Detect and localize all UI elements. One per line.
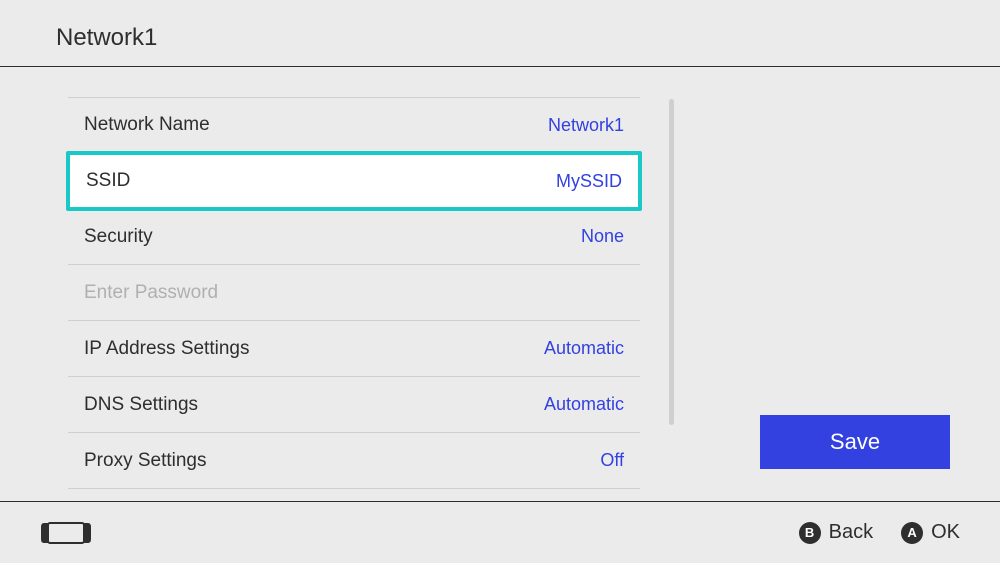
- setting-label: DNS Settings: [84, 394, 198, 416]
- a-button-icon: A: [901, 522, 923, 544]
- header: Network1: [0, 0, 1000, 67]
- back-action[interactable]: B Back: [799, 521, 873, 544]
- setting-label: IP Address Settings: [84, 338, 249, 360]
- setting-value: MySSID: [556, 171, 622, 192]
- setting-value: Network1: [548, 115, 624, 136]
- setting-label: Security: [84, 226, 153, 248]
- setting-label: SSID: [86, 170, 130, 192]
- action-panel: Save: [710, 67, 1000, 497]
- setting-row-ip[interactable]: IP Address Settings Automatic: [68, 321, 640, 377]
- content: Network Name Network1 SSID MySSID Securi…: [0, 67, 1000, 497]
- setting-row-dns[interactable]: DNS Settings Automatic: [68, 377, 640, 433]
- ok-label: OK: [931, 521, 960, 544]
- setting-row-network-name[interactable]: Network Name Network1: [68, 97, 640, 153]
- setting-value: Off: [600, 450, 624, 471]
- footer: B Back A OK: [0, 501, 1000, 563]
- ok-action[interactable]: A OK: [901, 521, 960, 544]
- b-button-icon: B: [799, 522, 821, 544]
- setting-row-security[interactable]: Security None: [68, 209, 640, 265]
- setting-label: Enter Password: [84, 282, 218, 304]
- save-button[interactable]: Save: [760, 415, 950, 469]
- setting-row-ssid[interactable]: SSID MySSID: [66, 151, 642, 211]
- setting-label: Network Name: [84, 114, 210, 136]
- controller-icon: [40, 522, 92, 544]
- setting-value: Automatic: [544, 338, 624, 359]
- scrollbar[interactable]: [669, 99, 674, 425]
- back-label: Back: [829, 521, 873, 544]
- settings-list: Network Name Network1 SSID MySSID Securi…: [68, 97, 640, 489]
- page-title: Network1: [56, 24, 944, 52]
- setting-value: None: [581, 226, 624, 247]
- footer-right: B Back A OK: [799, 521, 960, 544]
- setting-label: Proxy Settings: [84, 450, 207, 472]
- setting-value: Automatic: [544, 394, 624, 415]
- settings-panel: Network Name Network1 SSID MySSID Securi…: [0, 67, 710, 497]
- setting-row-password: Enter Password: [68, 265, 640, 321]
- footer-left: [40, 522, 92, 544]
- setting-row-proxy[interactable]: Proxy Settings Off: [68, 433, 640, 489]
